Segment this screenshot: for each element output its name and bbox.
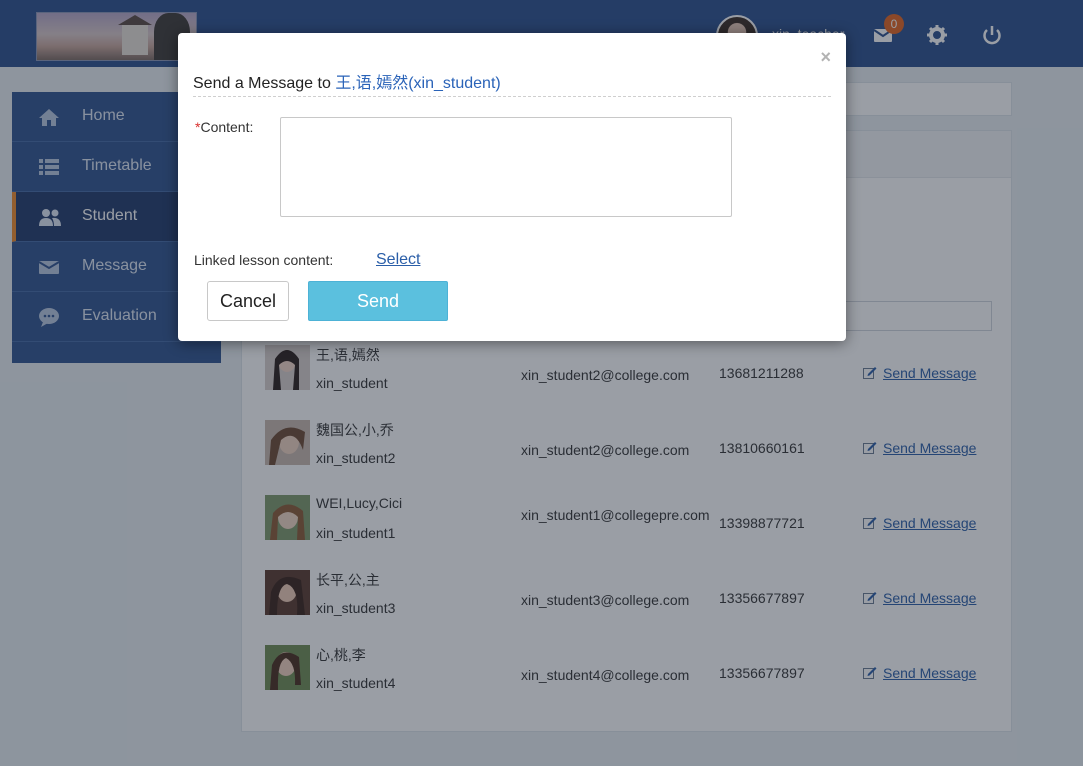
dialog-title-prefix: Send a Message to [193, 75, 331, 92]
dialog-title: Send a Message to 王,语,嫣然(xin_student) [193, 69, 501, 93]
close-icon[interactable]: × [820, 47, 831, 68]
cancel-button[interactable]: Cancel [207, 281, 289, 321]
send-button[interactable]: Send [308, 281, 448, 321]
dialog-recipient: 王,语,嫣然(xin_student) [335, 75, 501, 92]
send-message-dialog: × Send a Message to 王,语,嫣然(xin_student) … [178, 33, 846, 341]
select-lesson-link[interactable]: Select [376, 251, 420, 269]
dialog-divider [193, 96, 831, 97]
content-textarea[interactable] [280, 117, 732, 217]
content-label: *Content: [195, 119, 254, 135]
linked-lesson-label: Linked lesson content: [194, 252, 334, 268]
